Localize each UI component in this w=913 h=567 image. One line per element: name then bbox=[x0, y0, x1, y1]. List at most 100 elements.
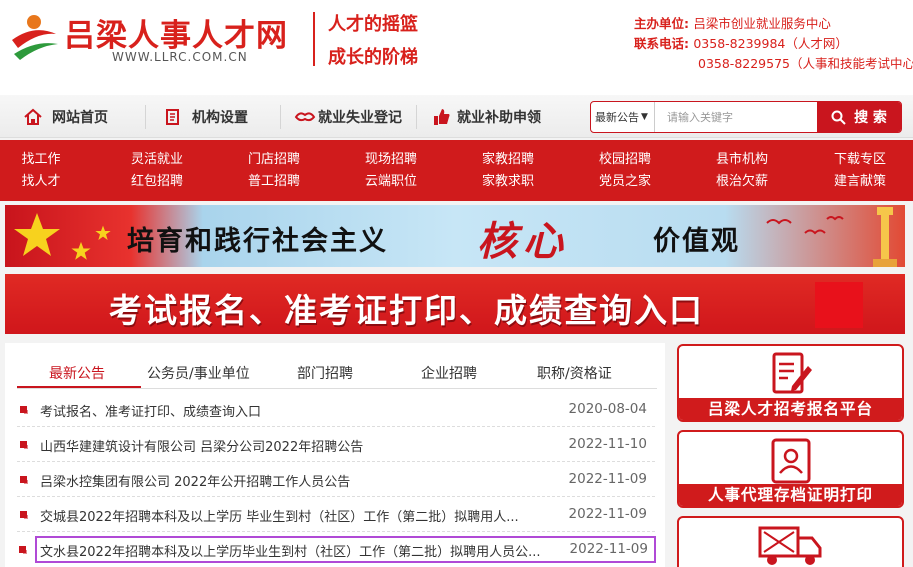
menu-link-flexible-employment[interactable]: 灵活就业 bbox=[107, 149, 207, 171]
menu-column: 下载专区 建言献策 bbox=[810, 149, 910, 193]
menu-link-store-recruit[interactable]: 门店招聘 bbox=[224, 149, 324, 171]
recruit-platform-link[interactable]: 吕梁人才招考报名平台 bbox=[677, 344, 904, 422]
menu-column: 校园招聘 党员之家 bbox=[575, 149, 675, 193]
menu-link-onsite-recruit[interactable]: 现场招聘 bbox=[341, 149, 441, 171]
site-logo-icon[interactable] bbox=[8, 10, 60, 62]
sponsor-label: 主办单位: bbox=[634, 16, 689, 31]
search-button[interactable]: 搜 索 bbox=[817, 102, 901, 132]
search-input[interactable]: 请输入关键字 bbox=[655, 102, 817, 132]
notice-row[interactable]: 交城县2022年招聘本科及以上学历 毕业生到村（社区）工作（第二批）拟聘用人..… bbox=[17, 497, 655, 532]
star-icon bbox=[14, 213, 60, 256]
active-tab-indicator bbox=[17, 386, 141, 388]
notice-title: 吕梁水控集团有限公司 2022年公开招聘工作人员公告 bbox=[40, 475, 351, 490]
nav-employment-registration-label: 就业失业登记 bbox=[318, 109, 402, 126]
values-banner[interactable]: 培育和践行社会主义 核心 价值观 bbox=[5, 205, 905, 267]
notice-row-highlighted[interactable]: 文水县2022年招聘本科及以上学历毕业生到村（社区）工作（第二批）拟聘用人员公.… bbox=[19, 536, 656, 563]
notice-panel: 最新公告 公务员/事业单位 部门招聘 企业招聘 职称/资格证 考试报名、准考证打… bbox=[5, 343, 665, 567]
phone-info: 联系电话: 0358-8239984（人才网） bbox=[634, 33, 848, 52]
nav-home-label: 网站首页 bbox=[52, 109, 108, 126]
edit-document-icon bbox=[772, 352, 812, 394]
truck-icon bbox=[758, 526, 821, 565]
menu-link-tutor-recruit[interactable]: 家教招聘 bbox=[458, 149, 558, 171]
slogan-line2: 成长的阶梯 bbox=[328, 47, 418, 68]
menu-link-tutor-seek[interactable]: 家教求职 bbox=[458, 171, 558, 193]
notice-tabs: 最新公告 公务员/事业单位 部门招聘 企业招聘 职称/资格证 bbox=[17, 359, 657, 389]
notice-title: 文水县2022年招聘本科及以上学历毕业生到村（社区）工作（第二批）拟聘用人员公.… bbox=[40, 545, 541, 560]
menu-link-find-job[interactable]: 找工作 bbox=[0, 149, 91, 171]
search-category-value: 最新公告 bbox=[595, 111, 639, 124]
tab-latest-notices[interactable]: 最新公告 bbox=[49, 363, 105, 383]
home-icon bbox=[22, 106, 44, 128]
id-card-icon bbox=[771, 438, 810, 484]
tab-civil-service[interactable]: 公务员/事业单位 bbox=[147, 363, 250, 383]
chevron-down-icon: ▼ bbox=[641, 112, 648, 122]
page: 吕梁人事人才网 WWW.LLRC.COM.CN 人才的摇篮 成长的阶梯 主办单位… bbox=[0, 0, 913, 567]
menu-column: 现场招聘 云端职位 bbox=[341, 149, 441, 193]
nav-divider bbox=[416, 105, 417, 129]
menu-link-downloads[interactable]: 下载专区 bbox=[810, 149, 910, 171]
header-divider bbox=[313, 12, 315, 66]
menu-link-find-talent[interactable]: 找人才 bbox=[0, 171, 91, 193]
nav-divider bbox=[145, 105, 146, 129]
notice-date: 2022-11-09 bbox=[569, 541, 648, 557]
notice-title: 山西华建建筑设计有限公司 吕梁分公司2022年招聘公告 bbox=[40, 440, 364, 455]
notice-row[interactable]: 考试报名、准考证打印、成绩查询入口 2020-08-04 bbox=[17, 392, 655, 427]
menu-link-wage-arrears[interactable]: 根治欠薪 bbox=[692, 171, 792, 193]
menu-link-campus-recruit[interactable]: 校园招聘 bbox=[575, 149, 675, 171]
handshake-icon bbox=[294, 106, 316, 128]
star-icon bbox=[71, 241, 91, 260]
exam-portal-banner-text: 考试报名、准考证打印、成绩查询入口 bbox=[109, 291, 704, 330]
bullet-icon bbox=[20, 511, 28, 519]
nav-institution[interactable]: 机构设置 bbox=[162, 95, 248, 138]
recruit-platform-label: 吕梁人才招考报名平台 bbox=[679, 398, 902, 420]
menu-link-county-institutions[interactable]: 县市机构 bbox=[692, 149, 792, 171]
values-banner-text-core: 核心 bbox=[477, 218, 569, 265]
site-name[interactable]: 吕梁人事人才网 bbox=[64, 10, 288, 55]
site-header: 吕梁人事人才网 WWW.LLRC.COM.CN 人才的摇篮 成长的阶梯 主办单位… bbox=[0, 0, 913, 95]
tab-enterprise-recruit[interactable]: 企业招聘 bbox=[421, 363, 477, 383]
sponsor-info: 主办单位: 吕梁市创业就业服务中心 bbox=[634, 13, 831, 32]
values-banner-text-right: 价值观 bbox=[653, 226, 740, 257]
category-menu: 找工作 找人才 灵活就业 红包招聘 门店招聘 普工招聘 现场招聘 云端职位 家教… bbox=[0, 140, 913, 201]
bullet-icon bbox=[19, 546, 27, 554]
menu-column: 灵活就业 红包招聘 bbox=[107, 149, 207, 193]
archive-certificate-link[interactable]: 人事代理存档证明打印 bbox=[677, 430, 904, 508]
site-url: WWW.LLRC.COM.CN bbox=[112, 50, 248, 64]
bullet-icon bbox=[20, 441, 28, 449]
notice-date: 2022-11-10 bbox=[568, 436, 647, 452]
search-category-select[interactable]: 最新公告 ▼ bbox=[591, 102, 655, 132]
nav-institution-label: 机构设置 bbox=[192, 109, 248, 126]
menu-link-red-packet-recruit[interactable]: 红包招聘 bbox=[107, 171, 207, 193]
tab-department-recruit[interactable]: 部门招聘 bbox=[297, 363, 353, 383]
values-banner-text-left: 培育和践行社会主义 bbox=[127, 226, 388, 257]
bullet-icon bbox=[20, 406, 28, 414]
exam-portal-banner[interactable]: 考试报名、准考证打印、成绩查询入口 bbox=[5, 274, 905, 334]
notice-row[interactable]: 吕梁水控集团有限公司 2022年公开招聘工作人员公告 2022-11-09 bbox=[17, 462, 655, 497]
document-icon bbox=[162, 106, 184, 128]
menu-link-cloud-jobs[interactable]: 云端职位 bbox=[341, 171, 441, 193]
menu-link-party-member-home[interactable]: 党员之家 bbox=[575, 171, 675, 193]
nav-home[interactable]: 网站首页 bbox=[22, 95, 108, 138]
phone-2: 0358-8229575（人事和技能考试中心） bbox=[698, 56, 913, 71]
tab-professional-title[interactable]: 职称/资格证 bbox=[537, 363, 612, 383]
nav-subsidy-application[interactable]: 就业补助申领 bbox=[431, 95, 541, 138]
nav-subsidy-application-label: 就业补助申领 bbox=[457, 109, 541, 126]
monument-icon bbox=[873, 207, 897, 267]
menu-column: 找工作 找人才 bbox=[0, 149, 91, 193]
delivery-service-link[interactable] bbox=[677, 516, 904, 567]
nav-divider bbox=[280, 105, 281, 129]
thumbs-up-icon bbox=[431, 106, 453, 128]
search-icon bbox=[831, 110, 846, 125]
notice-title: 交城县2022年招聘本科及以上学历 毕业生到村（社区）工作（第二批）拟聘用人..… bbox=[40, 510, 519, 525]
notice-date: 2022-11-09 bbox=[568, 471, 647, 487]
notice-date: 2022-11-09 bbox=[568, 506, 647, 522]
birds-icon bbox=[766, 216, 844, 235]
phone-1: 0358-8239984（人才网） bbox=[693, 36, 848, 51]
slogan-line1: 人才的摇篮 bbox=[328, 14, 418, 35]
menu-link-suggestions[interactable]: 建言献策 bbox=[810, 171, 910, 193]
banner-decoration bbox=[815, 282, 863, 328]
nav-employment-registration[interactable]: 就业失业登记 bbox=[294, 95, 402, 138]
notice-row[interactable]: 山西华建建筑设计有限公司 吕梁分公司2022年招聘公告 2022-11-10 bbox=[17, 427, 655, 462]
menu-link-general-worker-recruit[interactable]: 普工招聘 bbox=[224, 171, 324, 193]
bullet-icon bbox=[20, 476, 28, 484]
